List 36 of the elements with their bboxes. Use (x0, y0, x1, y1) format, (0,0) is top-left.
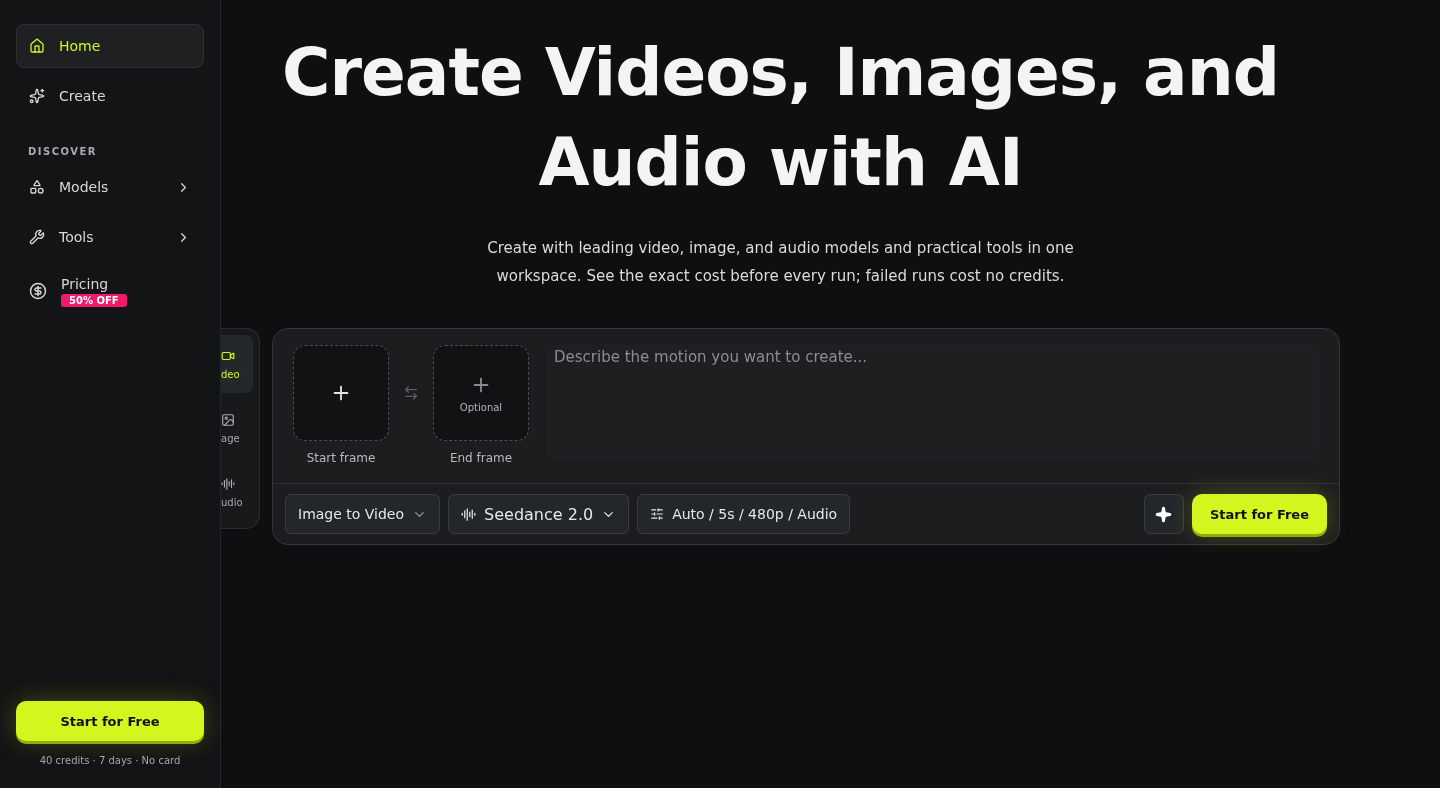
trial-note: 40 credits · 7 days · No card (38, 755, 182, 766)
mode-dropdown[interactable]: Image to Video (285, 494, 441, 534)
section-heading: DISCOVER (27, 145, 99, 159)
sparkles-icon (29, 88, 45, 104)
start-free-button[interactable]: Start for Free (16, 701, 204, 741)
nav-label: Pricing (61, 275, 110, 292)
prompt-field[interactable]: Describe the motion you want to create... (547, 345, 1319, 459)
swap-icon[interactable] (403, 385, 419, 401)
dollar-icon (29, 282, 47, 300)
model-dropdown[interactable]: Seedance 2.0 (448, 494, 630, 534)
upload-box[interactable]: Optional (433, 345, 529, 441)
start-free-button[interactable]: Start for Free (1191, 494, 1327, 534)
nav-item[interactable]: Tools (16, 215, 204, 259)
mode-tab[interactable]: age (221, 399, 253, 457)
sparkle-icon (1155, 505, 1173, 523)
nav-item[interactable]: Home (16, 24, 204, 68)
waveform-icon (461, 506, 477, 522)
discount-badge: 50% OFF (61, 293, 127, 307)
hero-title: Create Videos, Images, and Audio with AI (281, 33, 1280, 203)
settings-button[interactable]: Auto / 5s / 480p / Audio (637, 494, 851, 534)
nav-item[interactable]: Create (16, 74, 204, 118)
shapes-icon (29, 179, 45, 195)
upload-box[interactable] (293, 345, 389, 441)
wrench-icon (29, 229, 45, 245)
frame-label: End frame (449, 451, 513, 465)
sliders-icon (650, 507, 665, 521)
waveform-icon (221, 476, 235, 491)
hero-subtitle: Create with leading video, image, and audio models and practical tools in one workspace. See the exact cost before every run; failed runs cost no credits. (486, 238, 1075, 287)
mode-tab[interactable]: deo (221, 335, 253, 393)
enhance-button[interactable] (1143, 494, 1184, 534)
nav-item[interactable]: Pricing 50% OFF (16, 265, 204, 317)
mode-tab[interactable]: udio (221, 463, 253, 521)
nav-item[interactable]: Models (16, 165, 204, 209)
frame-label: Start frame (306, 451, 376, 465)
image-icon (221, 412, 235, 427)
home-icon (29, 38, 45, 54)
